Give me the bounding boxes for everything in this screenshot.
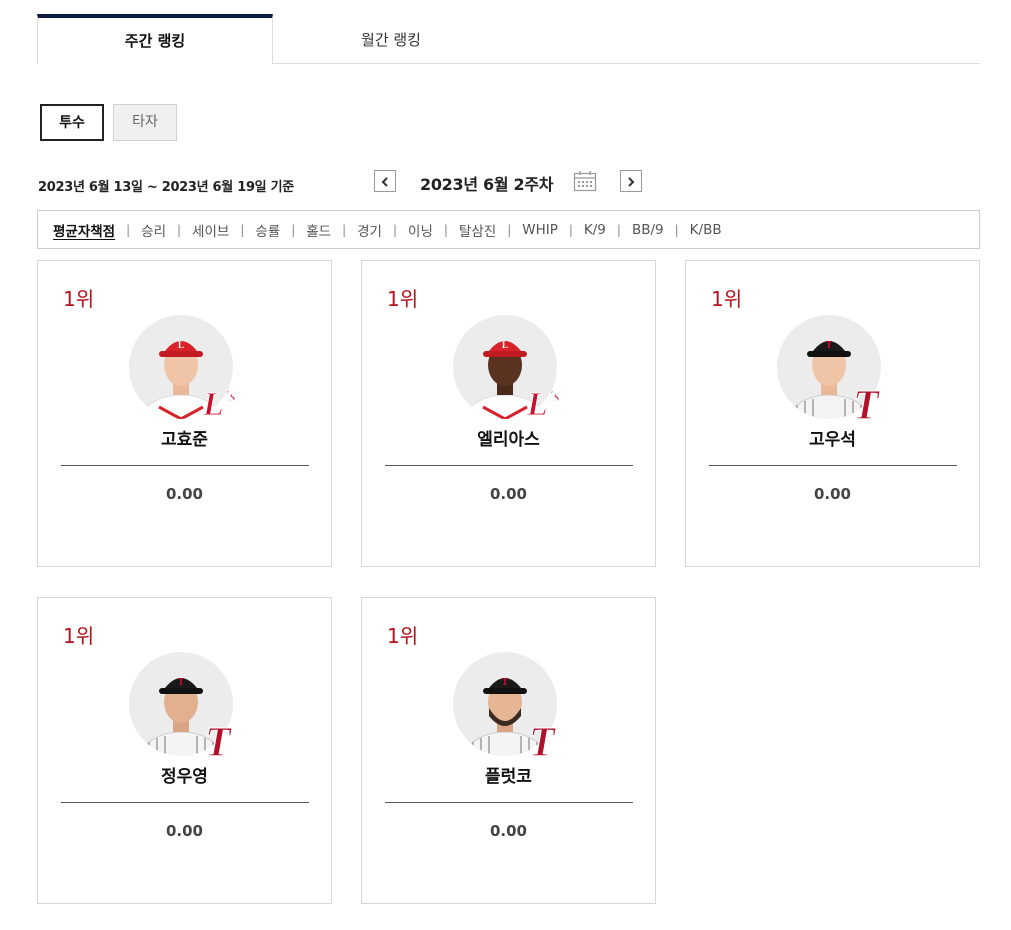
tab-weekly-ranking[interactable]: 주간 랭킹 — [37, 14, 273, 64]
separator: | — [126, 222, 131, 237]
category-strikeouts[interactable]: 탈삼진 — [459, 220, 496, 240]
lotte-giants-logo-icon: L 's — [526, 386, 561, 424]
tab-monthly-ranking[interactable]: 월간 랭킹 — [273, 14, 509, 64]
stat-value: 0.00 — [165, 822, 203, 840]
category-win-pct[interactable]: 승률 — [255, 220, 280, 240]
separator: | — [342, 222, 347, 237]
player-name[interactable]: 플럿코 — [362, 762, 655, 787]
svg-text:L: L — [202, 386, 224, 423]
player-name[interactable]: 고효준 — [38, 425, 331, 450]
player-card[interactable]: 1위 L L 's 고효준 0.00 — [37, 260, 332, 567]
calendar-icon[interactable] — [573, 170, 597, 192]
separator: | — [392, 222, 398, 237]
rank-label: 1위 — [711, 287, 743, 311]
svg-text:T: T — [502, 677, 509, 688]
stat-value: 0.00 — [489, 822, 527, 840]
player-name[interactable]: 고우석 — [686, 425, 979, 450]
separator: | — [443, 222, 448, 237]
lg-twins-logo-icon: T — [853, 383, 882, 424]
separator: | — [240, 222, 245, 237]
category-wins[interactable]: 승리 — [141, 220, 166, 240]
separator: | — [291, 222, 296, 237]
svg-text:L: L — [502, 340, 508, 350]
player-card[interactable]: 1위 L L 's 엘리아스 0.00 — [361, 260, 656, 567]
next-week-button[interactable] — [620, 170, 642, 192]
divider — [385, 465, 633, 466]
category-holds[interactable]: 홀드 — [306, 220, 331, 240]
stat-value: 0.00 — [813, 485, 851, 503]
svg-text:'s: 's — [549, 388, 560, 405]
divider — [709, 465, 957, 466]
rank-label: 1위 — [387, 624, 419, 648]
category-bar: 평균자책점 | 승리 | 세이브 | 승률 | 홀드 | 경기 | 이닝 | 탈… — [37, 210, 980, 249]
separator: | — [616, 222, 621, 237]
category-games[interactable]: 경기 — [357, 220, 382, 240]
stat-value: 0.00 — [165, 485, 203, 503]
player-name[interactable]: 엘리아스 — [362, 425, 655, 450]
lg-twins-logo-icon: T — [205, 720, 234, 761]
batter-button[interactable]: 타자 — [113, 104, 177, 141]
svg-text:L: L — [178, 340, 184, 350]
prev-week-button[interactable] — [374, 170, 396, 192]
divider — [61, 465, 309, 466]
ranking-tabs: 주간 랭킹 월간 랭킹 — [37, 14, 980, 64]
divider — [385, 802, 633, 803]
category-innings[interactable]: 이닝 — [408, 220, 433, 240]
category-k9[interactable]: K/9 — [584, 222, 606, 238]
divider — [61, 802, 309, 803]
svg-text:T: T — [178, 677, 185, 688]
svg-text:L: L — [526, 386, 548, 423]
category-saves[interactable]: 세이브 — [192, 220, 229, 240]
date-range-text: 2023년 6월 13일 ~ 2023년 6월 19일 기준 — [38, 180, 294, 195]
rank-label: 1위 — [387, 287, 419, 311]
separator: | — [674, 222, 679, 237]
category-kbb[interactable]: K/BB — [690, 222, 722, 238]
category-era[interactable]: 평균자책점 — [53, 220, 115, 240]
player-name[interactable]: 정우영 — [38, 762, 331, 787]
stat-value: 0.00 — [489, 485, 527, 503]
player-card[interactable]: 1위 T T 고우석 0.00 — [685, 260, 980, 567]
lg-twins-logo-icon: T — [529, 720, 558, 761]
rank-label: 1위 — [63, 624, 95, 648]
category-whip[interactable]: WHIP — [522, 222, 558, 238]
player-card[interactable]: 1위 T T 정우영 0.00 — [37, 597, 332, 904]
svg-text:T: T — [853, 383, 881, 423]
week-label: 2023년 6월 2주차 — [420, 175, 554, 194]
category-bb9[interactable]: BB/9 — [632, 222, 664, 238]
separator: | — [177, 222, 182, 237]
svg-text:T: T — [205, 720, 233, 760]
separator: | — [568, 222, 573, 237]
chevron-right-icon — [628, 176, 635, 187]
chevron-left-icon — [381, 176, 388, 187]
svg-text:T: T — [826, 340, 833, 351]
player-card[interactable]: 1위 T T 플럿코 0.00 — [361, 597, 656, 904]
lotte-giants-logo-icon: L 's — [202, 386, 237, 424]
separator: | — [507, 222, 512, 237]
pitcher-button[interactable]: 투수 — [40, 104, 104, 141]
rank-label: 1위 — [63, 287, 95, 311]
svg-text:T: T — [529, 720, 557, 760]
svg-text:'s: 's — [225, 388, 236, 405]
